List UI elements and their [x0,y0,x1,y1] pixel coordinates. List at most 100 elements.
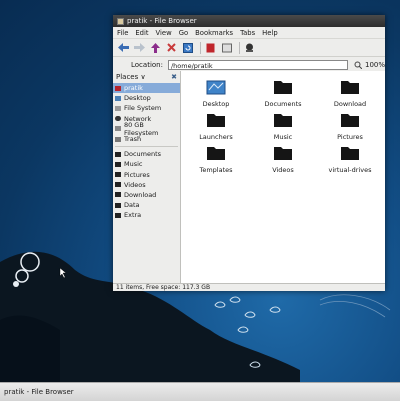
home-icon [115,85,121,91]
sidebar-header[interactable]: Places ∨ ✖ [113,71,180,83]
sidebar-item-pratik[interactable]: pratik [113,83,180,94]
file-label: Videos [272,166,294,174]
file-item-download[interactable]: Download [325,78,375,108]
bookmark-label: Data [124,201,140,210]
file-item-documents[interactable]: Documents [258,78,308,108]
places-dropdown[interactable]: Places [116,73,138,81]
sidebar-item-filesystem[interactable]: File System [113,103,180,113]
desktop-icon [115,95,121,101]
back-button[interactable] [117,41,130,54]
folder-icon [207,147,225,160]
folder-icon [115,151,121,157]
taskbar-item-file-browser[interactable]: pratik - File Browser [0,388,74,396]
folder-icon [341,81,359,94]
network-icon [115,116,121,122]
up-arrow-icon [151,42,160,53]
reload-button[interactable] [181,41,194,54]
bookmark-label: Videos [124,180,146,189]
network-button[interactable] [243,41,256,54]
trash-icon [115,136,121,142]
bookmark-download[interactable]: Download [113,190,180,200]
toolbar-separator [239,41,240,54]
forward-arrow-icon [134,43,145,52]
file-item-music[interactable]: Music [258,111,308,141]
sidebar-item-80gb[interactable]: 80 GB Filesystem [113,121,180,137]
back-arrow-icon [118,43,129,52]
menu-bookmarks[interactable]: Bookmarks [195,29,233,37]
sidebar-item-label: Trash [124,135,142,144]
bookmark-music[interactable]: Music [113,159,180,169]
file-item-desktop[interactable]: Desktop [191,78,241,108]
file-item-virtual-drives[interactable]: virtual-drives [325,144,375,174]
location-input[interactable]: /home/pratik [167,59,348,70]
zoom-control[interactable]: 100% [354,61,385,69]
up-button[interactable] [149,41,162,54]
file-label: Music [273,133,293,141]
folder-icon [117,17,124,25]
menu-tabs[interactable]: Tabs [240,29,255,37]
file-label: Launchers [199,133,233,141]
bookmarks-button[interactable] [204,41,217,54]
file-item-pictures[interactable]: Pictures [325,111,375,141]
book-icon [206,43,215,52]
menu-help[interactable]: Help [262,29,278,37]
reload-icon [182,42,193,53]
file-browser-window[interactable]: pratik - File Browser File Edit View Go … [113,15,385,291]
bookmark-label: Music [124,160,143,169]
forward-button[interactable] [133,41,146,54]
bookmark-pictures[interactable]: Pictures [113,170,180,180]
sidebar-item-desktop[interactable]: Desktop [113,93,180,103]
folder-icon [115,212,121,218]
folder-icon [341,147,359,160]
file-label: Documents [264,100,302,108]
file-view[interactable]: Desktop Documents Download Launchers Mus… [181,71,385,283]
bookmark-extra[interactable]: Extra [113,210,180,220]
folder-icon [274,114,292,127]
folder-icon [274,147,292,160]
folder-icon [341,114,359,127]
folder-icon [115,192,121,198]
menu-file[interactable]: File [117,29,128,37]
bookmark-videos[interactable]: Videos [113,180,180,190]
file-item-launchers[interactable]: Launchers [191,111,241,141]
status-bar: 11 items, Free space: 117.3 GB [113,283,385,291]
stop-button[interactable] [165,41,178,54]
folder-icon [115,182,121,188]
network-icon [246,43,253,52]
file-label: Templates [199,166,233,174]
menu-go[interactable]: Go [179,29,188,37]
sidebar-divider [115,146,178,148]
menu-bar: File Edit View Go Bookmarks Tabs Help [113,27,385,39]
close-icon[interactable]: ✖ [171,73,177,81]
drive-icon [115,126,121,132]
zoom-level: 100% [364,60,385,69]
folder-icon [115,161,121,167]
bookmark-label: Pictures [124,170,150,179]
taskbar: pratik - File Browser [0,382,400,401]
folder-icon [274,81,292,94]
drive-icon [115,105,121,111]
file-label: Desktop [202,100,230,108]
menu-edit[interactable]: Edit [135,29,148,37]
desktop-folder-icon [206,80,226,95]
file-label: Pictures [337,133,363,141]
toolbar [113,39,385,57]
location-label: Location: [131,60,163,69]
chevron-down-icon: ∨ [140,73,146,81]
folder-icon [115,202,121,208]
folder-icon [207,114,225,127]
bookmark-label: Documents [124,150,162,159]
menu-view[interactable]: View [156,29,172,37]
window-title: pratik - File Browser [127,17,197,25]
home-button[interactable] [220,41,233,54]
file-item-videos[interactable]: Videos [258,144,308,174]
window-titlebar[interactable]: pratik - File Browser [113,15,385,27]
sidebar-item-label: File System [124,104,162,113]
toolbar-separator [200,41,201,54]
bookmark-documents[interactable]: Documents [113,149,180,159]
file-item-templates[interactable]: Templates [191,144,241,174]
file-label: virtual-drives [328,166,372,174]
sidebar: Places ∨ ✖ pratik Desktop File System Ne… [113,71,181,283]
bookmark-data[interactable]: Data [113,200,180,210]
drive-icon [221,43,232,52]
